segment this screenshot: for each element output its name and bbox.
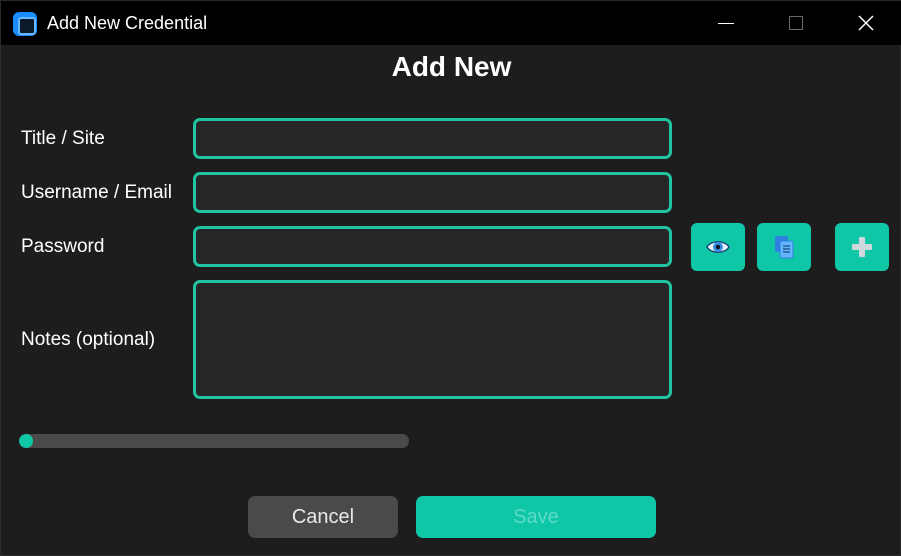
title-bar[interactable]: Add New Credential	[1, 1, 901, 45]
page-title: Add New	[391, 51, 512, 82]
password-label: Password	[21, 236, 105, 257]
plus-icon	[852, 237, 872, 257]
username-input[interactable]	[193, 172, 672, 213]
title-input[interactable]	[193, 118, 672, 159]
generate-password-button[interactable]	[835, 223, 889, 271]
app-icon	[13, 12, 37, 36]
minimize-button[interactable]	[693, 1, 759, 45]
cancel-button[interactable]: Cancel	[248, 496, 398, 538]
save-button[interactable]: Save	[416, 496, 656, 538]
title-label: Title / Site	[21, 128, 105, 149]
window-title: Add New Credential	[47, 13, 208, 33]
show-password-button[interactable]	[691, 223, 745, 271]
notes-label: Notes (optional)	[21, 329, 156, 350]
maximize-button[interactable]	[763, 1, 829, 45]
close-icon	[858, 15, 874, 31]
password-strength-fill	[19, 434, 33, 448]
notes-textarea[interactable]	[193, 280, 672, 399]
copy-password-button[interactable]	[757, 223, 811, 271]
copy-icon	[775, 236, 794, 259]
password-strength-bar	[19, 434, 409, 448]
close-button[interactable]	[833, 1, 899, 45]
password-input[interactable]	[193, 226, 672, 267]
dialog-window: Add New Credential Add New Title / Site …	[0, 0, 901, 556]
eye-icon	[706, 241, 730, 253]
username-label: Username / Email	[21, 182, 172, 203]
